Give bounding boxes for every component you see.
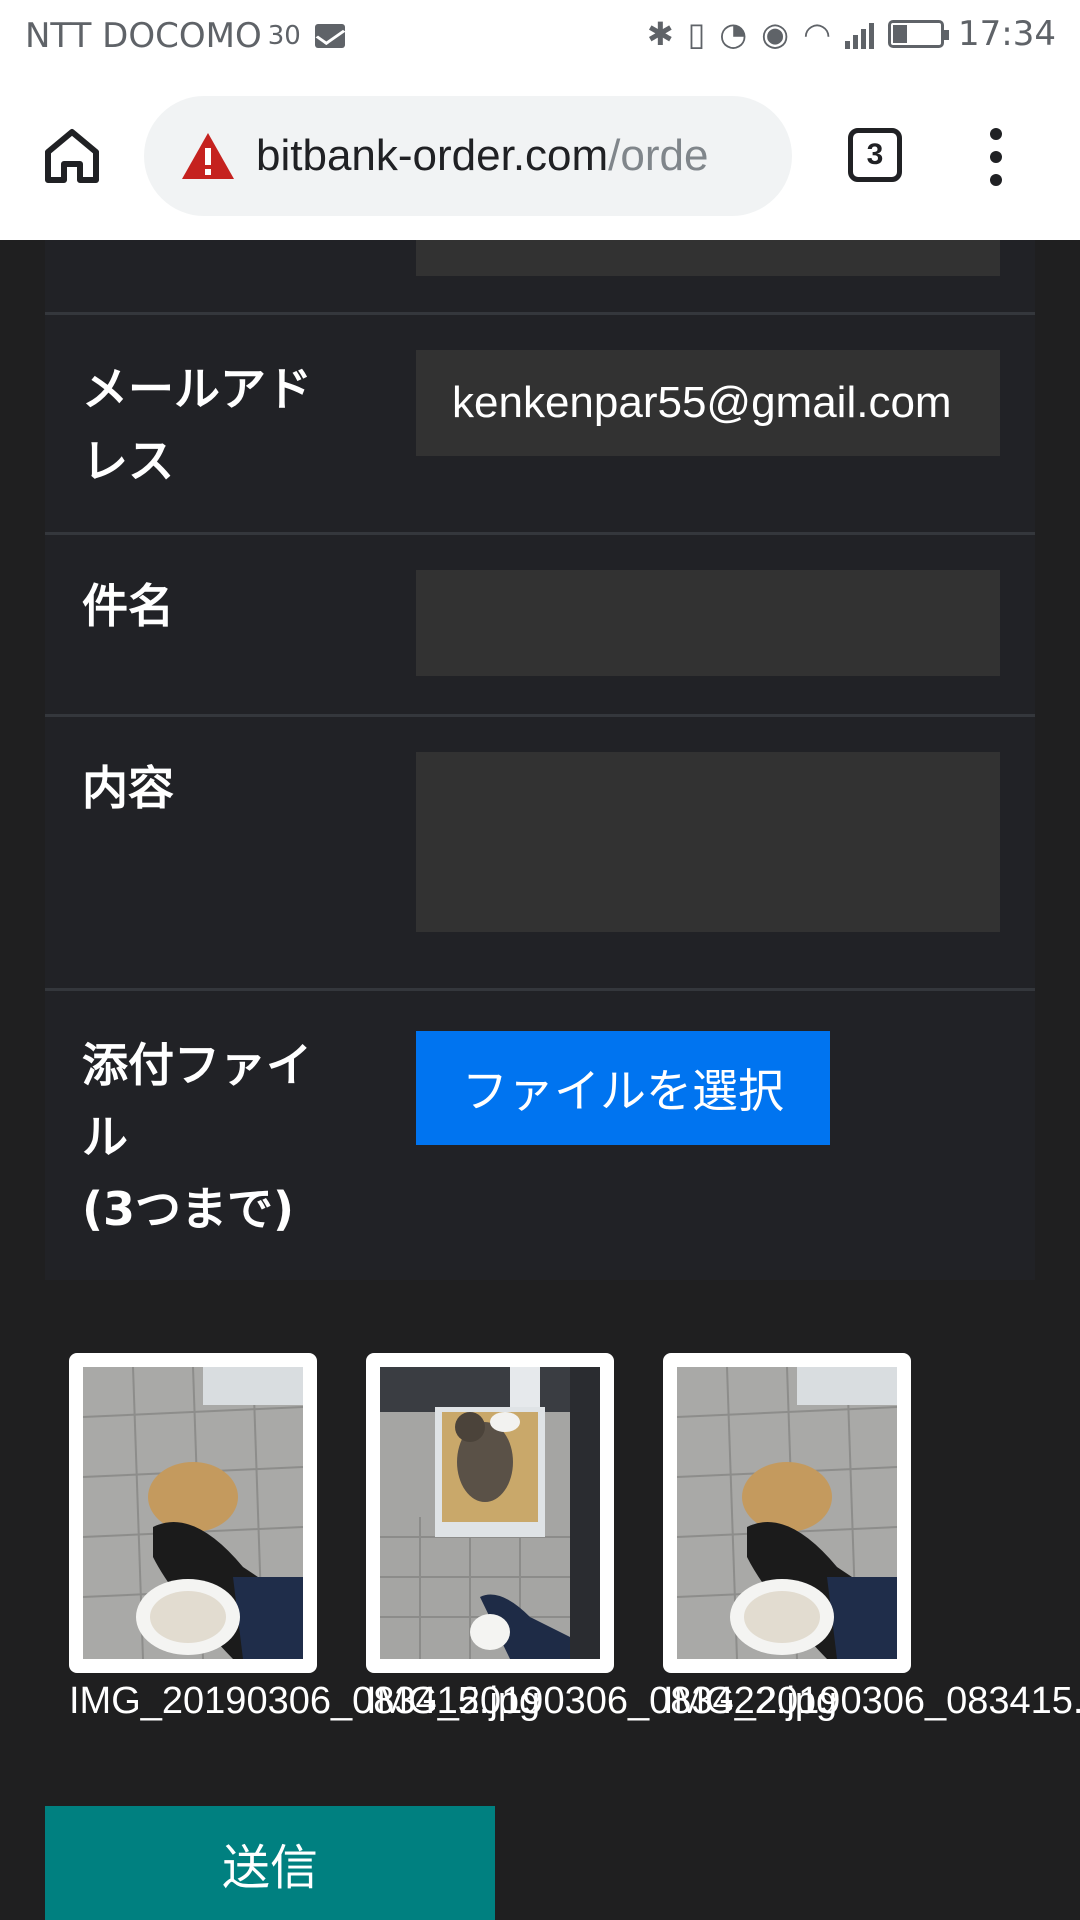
subject-row: 件名	[45, 532, 1035, 714]
attachment-row: 添付ファイ ル (3つまで) ファイルを選択	[45, 988, 1035, 1280]
clock: 17:34	[958, 14, 1056, 54]
choose-file-button[interactable]: ファイルを選択	[416, 1031, 830, 1145]
eye-icon: ◉	[761, 15, 790, 53]
attachment-label: 添付ファイ ル (3つまで)	[82, 1029, 312, 1245]
contact-form: メールアドレス kenkenpar55@gmail.com 件名 内容 添付ファ…	[45, 240, 1035, 1280]
subject-field[interactable]	[416, 570, 1000, 676]
url-path: /orde	[608, 131, 709, 180]
status-bar: NTT DOCOMO 30 ✱ ▯ ◔ ◉ ◠ 17:34	[0, 0, 1080, 76]
bluetooth-icon: ✱	[646, 15, 674, 53]
content-row: 内容	[45, 714, 1035, 991]
content-label: 内容	[82, 761, 174, 815]
url-text[interactable]: bitbank-order.com/orde	[256, 131, 756, 181]
email-label: メールアドレス	[82, 362, 312, 488]
subject-label: 件名	[82, 579, 174, 633]
browser-toolbar: bitbank-order.com/orde 3	[0, 76, 1080, 240]
attachment-thumbnail-3[interactable]	[663, 1353, 911, 1673]
submit-button[interactable]: 送信	[45, 1806, 495, 1920]
address-bar[interactable]: bitbank-order.com/orde	[144, 96, 792, 216]
photo-feet-image	[83, 1367, 303, 1659]
attachment-filename-3: IMG_20190306_083415.jpg	[663, 1680, 1080, 1722]
battery-icon	[888, 20, 950, 48]
photo-cat-image	[380, 1367, 600, 1659]
content-textarea[interactable]	[416, 752, 1000, 932]
warning-icon[interactable]	[180, 131, 236, 181]
photo-feet-image	[677, 1367, 897, 1659]
more-menu-icon[interactable]	[985, 128, 1007, 186]
notification-count: 30	[267, 21, 301, 51]
email-value: kenkenpar55@gmail.com	[452, 378, 952, 427]
carrier-name: NTT DOCOMO	[25, 16, 262, 56]
attachment-thumbnail-1[interactable]	[69, 1353, 317, 1673]
attachment-label-line-2: ル	[82, 1110, 128, 1164]
signal-icon	[845, 19, 875, 49]
name-field-partial[interactable]	[416, 240, 1000, 276]
vibrate-icon: ▯	[687, 15, 706, 53]
wifi-icon: ◠	[803, 15, 832, 53]
email-row: メールアドレス kenkenpar55@gmail.com	[45, 312, 1035, 532]
attachment-thumbnail-2[interactable]	[366, 1353, 614, 1673]
attachment-label-line-1: 添付ファイ	[82, 1038, 312, 1092]
tab-switcher-button[interactable]: 3	[848, 128, 902, 182]
status-bar-left: NTT DOCOMO 30	[25, 16, 345, 56]
url-host: bitbank-order.com	[256, 131, 609, 180]
alarm-icon: ◔	[719, 15, 748, 53]
attachment-label-line-3: (3つまで)	[82, 1182, 295, 1236]
email-field[interactable]: kenkenpar55@gmail.com	[416, 350, 1000, 456]
status-bar-right: ✱ ▯ ◔ ◉ ◠ 17:34	[647, 14, 1056, 54]
tab-count: 3	[866, 138, 884, 171]
home-icon[interactable]	[42, 126, 102, 186]
mail-icon	[314, 24, 345, 48]
